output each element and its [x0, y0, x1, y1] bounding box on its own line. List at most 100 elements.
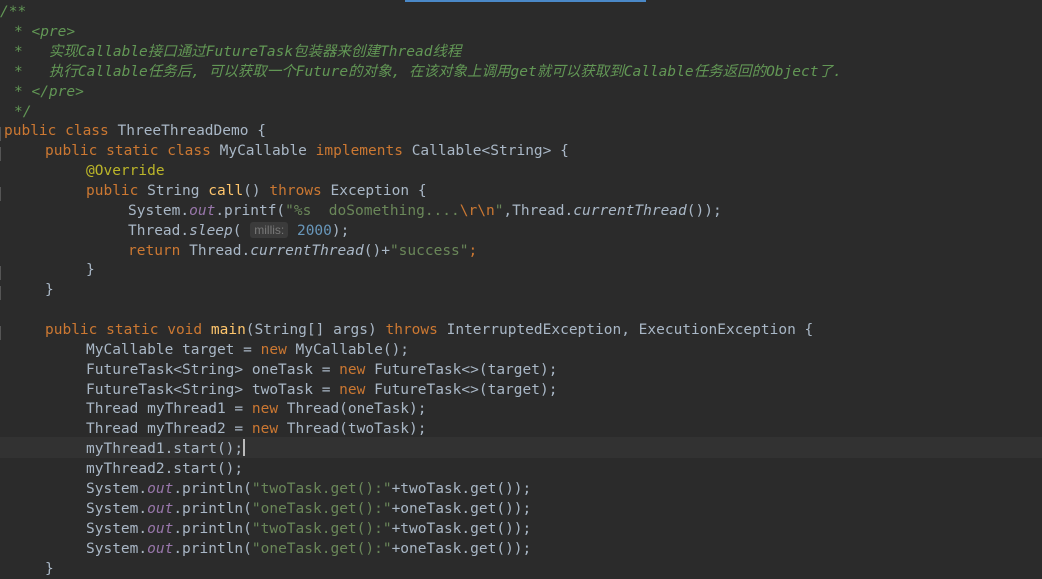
parameter-hint: millis: — [250, 222, 289, 238]
exception-name: Exception — [330, 183, 410, 199]
code-token: .println( — [173, 521, 252, 537]
keyword: throws — [385, 322, 438, 338]
string-literal: "%s doSomething.... — [285, 203, 460, 219]
code-token: FutureTask<>(target); — [365, 382, 558, 398]
code-token: myThread2.start(); — [86, 461, 244, 477]
static-field: out — [147, 541, 174, 557]
keyword: public static void — [45, 322, 203, 338]
code-token: FutureTask<String> twoTask = — [86, 382, 340, 398]
brace: { — [560, 143, 569, 159]
code-token: System. — [86, 521, 148, 537]
static-field: out — [147, 481, 174, 497]
code-token: Thread(oneTask); — [278, 401, 427, 417]
comment-star: * — [14, 64, 49, 80]
annotation: @Override — [86, 163, 165, 179]
code-line: System.out.println("oneTask.get():"+oneT… — [86, 539, 531, 559]
code-token: ( — [232, 223, 242, 239]
code-line: FutureTask<String> oneTask = new FutureT… — [86, 360, 557, 380]
code-token: Thread myThread1 = — [86, 401, 252, 417]
code-line: System.out.println("twoTask.get():"+twoT… — [86, 479, 531, 499]
static-field: out — [189, 203, 216, 219]
comment-pre-tag: <pre> — [31, 24, 76, 40]
fold-marker-icon[interactable] — [0, 147, 5, 161]
code-token: Thread(twoTask); — [278, 421, 427, 437]
code-token: Thread. — [128, 223, 190, 239]
code-line: * 实现Callable接口通过FutureTask包装器来创建Thread线程 — [14, 42, 461, 62]
text-caret — [243, 439, 246, 456]
code-token: System. — [86, 501, 148, 517]
code-token: .println( — [173, 541, 252, 557]
comment-text: 实现Callable接口通过FutureTask包装器来创建Thread线程 — [48, 44, 462, 60]
code-token: (String[] args) — [245, 322, 377, 338]
code-token: Thread myThread2 = — [86, 421, 252, 437]
code-line: public static void main(String[] args) t… — [45, 320, 813, 340]
keyword: new — [251, 401, 279, 417]
code-line: /** — [0, 2, 26, 22]
comment-star: * — [14, 44, 49, 60]
brace: } — [86, 262, 95, 278]
keyword: new — [260, 342, 287, 358]
static-method: currentThread — [573, 203, 687, 219]
class-name: MyCallable — [219, 143, 307, 159]
keyword: return — [128, 243, 181, 259]
code-line: */ — [14, 102, 31, 122]
brace: { — [804, 322, 814, 338]
brace: } — [45, 282, 54, 298]
code-line: System.out.println("oneTask.get():"+oneT… — [86, 499, 531, 519]
code-line: myThread2.start(); — [86, 459, 243, 479]
code-line: MyCallable target = new MyCallable(); — [86, 340, 409, 360]
keyword: throws — [269, 183, 322, 199]
code-token: ,Thread. — [503, 203, 574, 219]
code-line: * </pre> — [14, 82, 84, 102]
fold-marker-icon[interactable] — [0, 326, 5, 340]
code-token: System. — [86, 541, 148, 557]
string-literal: "twoTask.get():" — [251, 521, 392, 537]
code-line: * 执行Callable任务后, 可以获取一个Future的对象, 在该对象上调… — [14, 62, 842, 82]
brace: { — [257, 123, 266, 139]
string-literal: "twoTask.get():" — [251, 481, 392, 497]
static-method: sleep — [189, 223, 233, 239]
code-line: Thread myThread2 = new Thread(twoTask); — [86, 419, 426, 439]
keyword: public — [86, 183, 139, 199]
code-token: .printf( — [215, 203, 286, 219]
fold-marker-icon[interactable] — [0, 187, 5, 201]
code-line: System.out.println("twoTask.get():"+twoT… — [86, 519, 531, 539]
code-token: System. — [128, 203, 190, 219]
escape-sequence: \r\n — [459, 203, 495, 219]
fold-marker-icon[interactable] — [0, 266, 5, 280]
comment-star: * — [14, 84, 32, 100]
fold-marker-icon[interactable] — [0, 127, 5, 141]
code-line: public static class MyCallable implement… — [45, 141, 569, 161]
static-field: out — [147, 501, 174, 517]
brace: { — [417, 183, 427, 199]
code-token: Thread. — [189, 243, 251, 259]
code-token: +oneTask.get()); — [391, 541, 532, 557]
exception-name: InterruptedException, ExecutionException — [446, 322, 796, 338]
keyword: public static class — [45, 143, 211, 159]
code-line: public class ThreeThreadDemo { — [4, 121, 266, 141]
code-token: FutureTask<>(target); — [365, 362, 558, 378]
code-line: FutureTask<String> twoTask = new FutureT… — [86, 380, 557, 400]
code-editor[interactable]: /** * <pre> * 实现Callable接口通过FutureTask包装… — [0, 0, 1042, 577]
comment-open: /** — [0, 4, 27, 20]
comment-pre-close-tag: </pre> — [31, 84, 84, 100]
code-token: myThread1.start(); — [86, 441, 244, 457]
code-token: FutureTask<String> oneTask = — [86, 362, 340, 378]
code-token: .println( — [173, 501, 252, 517]
fold-marker-icon[interactable] — [0, 286, 5, 300]
comment-star: * — [14, 24, 32, 40]
string-literal: "oneTask.get():" — [251, 541, 392, 557]
code-token: +twoTask.get()); — [391, 481, 532, 497]
string-literal: "oneTask.get():" — [251, 501, 392, 517]
code-line: @Override — [86, 161, 165, 181]
code-token: ()+ — [363, 243, 390, 259]
code-line: Thread myThread1 = new Thread(oneTask); — [86, 399, 426, 419]
static-method: currentThread — [250, 243, 364, 259]
string-literal: "success" — [389, 243, 469, 259]
class-name: ThreeThreadDemo — [117, 123, 249, 139]
brace: } — [45, 561, 54, 577]
keyword: new — [339, 362, 366, 378]
static-field: out — [147, 521, 174, 537]
keyword: implements — [315, 143, 403, 159]
code-token: MyCallable(); — [286, 342, 410, 358]
